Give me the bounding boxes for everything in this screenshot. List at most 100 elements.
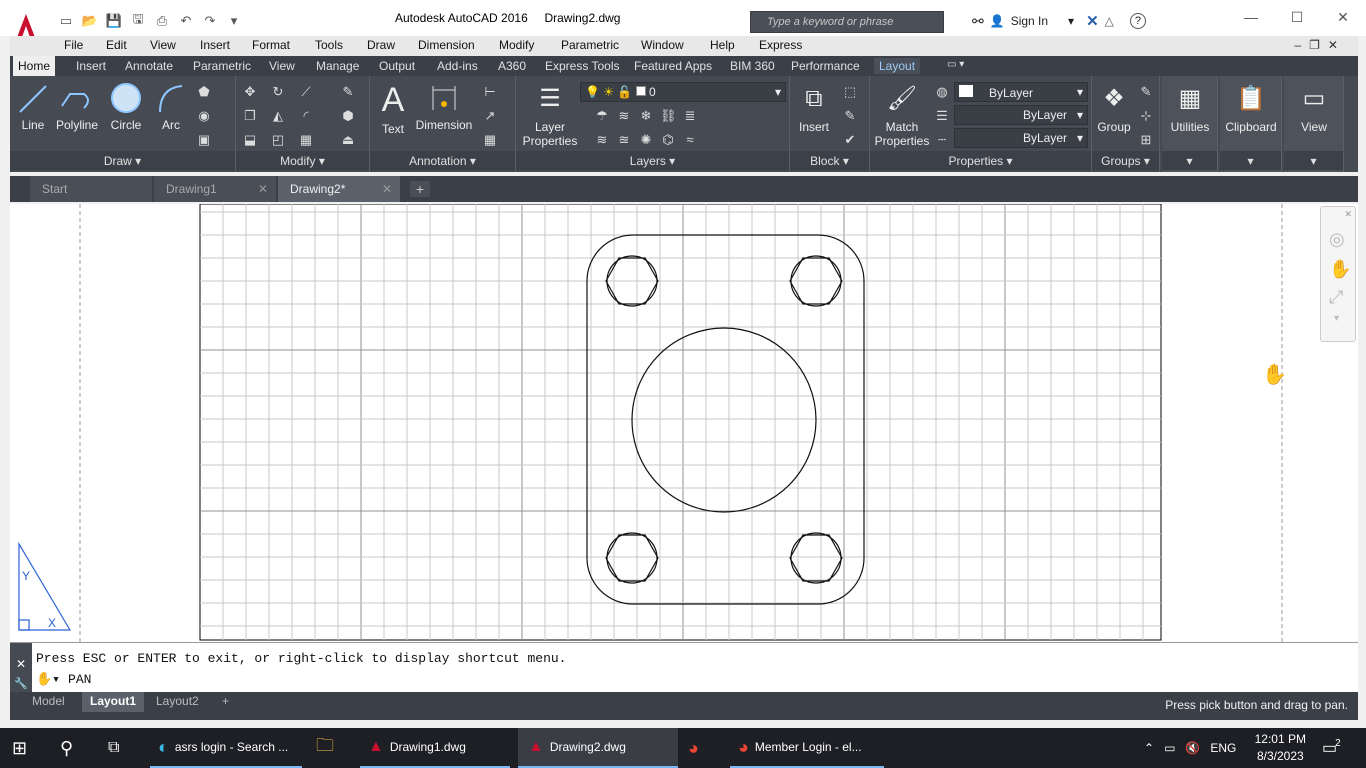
mirror-icon[interactable]: ◭	[270, 108, 286, 124]
tab-model[interactable]: Model	[24, 692, 73, 712]
close-icon[interactable]: ✕	[382, 182, 392, 196]
tab-express-tools[interactable]: Express Tools	[540, 58, 624, 74]
annotation-panel-title[interactable]: Annotation ▾	[370, 151, 515, 170]
layer-isolate-icon[interactable]: ≋	[616, 108, 632, 124]
sign-in-button[interactable]: Sign In	[1011, 14, 1048, 28]
utilities-expand-icon[interactable]: ▾	[1162, 151, 1217, 170]
taskbar-drawing1[interactable]: ▲ Drawing1.dwg	[360, 728, 510, 768]
lineweight-dropdown[interactable]: ByLayer ▾	[954, 105, 1088, 125]
hatch-icon[interactable]: ◉	[196, 108, 212, 124]
move-icon[interactable]: ✥	[242, 84, 258, 100]
group-edit-icon[interactable]: ⊹	[1138, 108, 1154, 124]
text-button[interactable]: A Text	[378, 82, 408, 136]
close-icon[interactable]: ✕	[258, 182, 268, 196]
clipboard-panel[interactable]: 📋 Clipboard ▾	[1220, 76, 1282, 172]
layer-off-icon[interactable]: ☂	[594, 108, 610, 124]
menu-view[interactable]: View	[150, 38, 176, 52]
wrench-icon[interactable]: 🔧	[10, 677, 32, 690]
rotate-icon[interactable]: ↻	[270, 84, 286, 100]
draw-panel-title[interactable]: Draw ▾	[10, 151, 235, 170]
group-button[interactable]: ❖ Group	[1094, 82, 1134, 134]
clock[interactable]: 12:01 PM 8/3/2023	[1255, 731, 1306, 765]
new-tab-button[interactable]: +	[410, 181, 430, 197]
pan-icon[interactable]: ✋	[1329, 259, 1351, 280]
redo-icon[interactable]: ↷	[200, 11, 220, 31]
maximize-icon[interactable]: ☐	[1274, 0, 1320, 34]
linetype-dropdown[interactable]: ByLayer ▾	[954, 128, 1088, 148]
layer-freeze-icon[interactable]: ❄	[638, 108, 654, 124]
language-indicator[interactable]: ENG	[1210, 741, 1236, 755]
steering-wheel-icon[interactable]: ◎	[1329, 229, 1345, 250]
tab-start[interactable]: Start	[30, 176, 152, 202]
view-panel[interactable]: ▭ View ▾	[1284, 76, 1344, 172]
volume-muted-icon[interactable]: 🔇	[1185, 741, 1200, 755]
linear-dim-icon[interactable]: ⊢	[482, 84, 498, 100]
menu-tools[interactable]: Tools	[315, 38, 343, 52]
tab-layout1[interactable]: Layout1	[82, 692, 145, 712]
array-icon[interactable]: ▦	[298, 132, 314, 148]
trim-icon[interactable]: ⟋	[298, 84, 314, 100]
layer-lock-icon[interactable]: ⛓	[660, 108, 677, 124]
layer-properties-button[interactable]: ☰ Layer Properties	[520, 82, 580, 148]
layer-unisolate-icon[interactable]: ✺	[638, 132, 654, 148]
modify-panel-title[interactable]: Modify ▾	[236, 151, 369, 170]
tab-performance[interactable]: Performance	[786, 58, 865, 74]
layer-dropdown[interactable]: 💡 ☀ 🔓 0 ▾	[580, 82, 786, 102]
explode-icon[interactable]: ⬢	[340, 108, 356, 124]
drawing-canvas[interactable]: Y X	[10, 204, 1358, 642]
taskbar-drawing2[interactable]: ▲ Drawing2.dwg	[518, 728, 678, 768]
mdi-controls[interactable]: –❐✕	[1295, 38, 1347, 52]
tab-drawing1[interactable]: Drawing1 ✕	[154, 176, 276, 202]
dimension-button[interactable]: Dimension	[414, 82, 474, 132]
tab-bim-360[interactable]: BIM 360	[725, 58, 780, 74]
groups-panel-title[interactable]: Groups ▾	[1092, 151, 1159, 170]
offset-icon[interactable]: ⏏	[340, 132, 356, 148]
chevron-down-icon[interactable]: ▾	[1334, 313, 1339, 324]
insert-block-button[interactable]: ⧉ Insert	[794, 82, 834, 134]
edit-block-icon[interactable]: ✎	[842, 108, 858, 124]
ungroup-icon[interactable]: ✎	[1138, 84, 1154, 100]
ribbon-options-icon[interactable]: ▭ ▾	[942, 58, 969, 71]
menu-format[interactable]: Format	[252, 38, 290, 52]
tab-featured-apps[interactable]: Featured Apps	[629, 58, 717, 74]
menu-edit[interactable]: Edit	[106, 38, 127, 52]
windows-start-icon[interactable]: ⊞	[12, 728, 38, 768]
viewport[interactable]	[199, 204, 1162, 641]
arc-button[interactable]: Arc	[156, 82, 186, 132]
tab-add-ins[interactable]: Add-ins	[432, 58, 483, 74]
tab-view[interactable]: View	[264, 58, 300, 74]
search-input[interactable]: Type a keyword or phrase	[750, 11, 944, 33]
network-icon[interactable]: ▭	[1164, 741, 1175, 755]
task-view-icon[interactable]: ⧉	[108, 728, 134, 768]
stretch-icon[interactable]: ⬓	[242, 132, 258, 148]
match-layer-icon[interactable]: ≊	[616, 132, 632, 148]
taskbar-chrome-member[interactable]: ◕ Member Login - el...	[730, 728, 884, 768]
new-icon[interactable]: ▭	[56, 11, 76, 31]
print-icon[interactable]: ⎙	[152, 11, 172, 31]
close-icon[interactable]: ✕	[1344, 209, 1352, 220]
menu-dimension[interactable]: Dimension	[418, 38, 475, 52]
autodesk360-icon[interactable]: △	[1105, 14, 1114, 28]
view-button[interactable]: ▭ View	[1284, 82, 1344, 134]
polygon-icon[interactable]: ⬟	[196, 84, 212, 100]
layer-merge-icon[interactable]: ≈	[682, 132, 698, 148]
file-explorer-icon[interactable]: 🗀	[316, 728, 348, 768]
tab-parametric[interactable]: Parametric	[188, 58, 256, 74]
help-icon[interactable]: ?	[1129, 13, 1146, 29]
tab-annotate[interactable]: Annotate	[120, 58, 178, 74]
chrome-icon[interactable]: ◕	[688, 728, 718, 768]
save-as-icon[interactable]: 🖫	[128, 11, 148, 31]
view-expand-icon[interactable]: ▾	[1284, 151, 1343, 170]
save-icon[interactable]: 💾	[104, 11, 124, 31]
menu-express[interactable]: Express	[759, 38, 802, 52]
menu-parametric[interactable]: Parametric	[561, 38, 619, 52]
block-panel-title[interactable]: Block ▾	[790, 151, 869, 170]
menu-window[interactable]: Window	[641, 38, 684, 52]
add-layout-button[interactable]: +	[214, 692, 237, 712]
taskbar-edge[interactable]: ◐ asrs login - Search ...	[150, 728, 302, 768]
close-icon[interactable]: ✕	[1320, 0, 1366, 34]
copy-icon[interactable]: ❐	[242, 108, 258, 124]
utilities-panel[interactable]: ▦ Utilities ▾	[1162, 76, 1218, 172]
menu-help[interactable]: Help	[710, 38, 735, 52]
search-icon[interactable]: ⚲	[60, 728, 86, 768]
